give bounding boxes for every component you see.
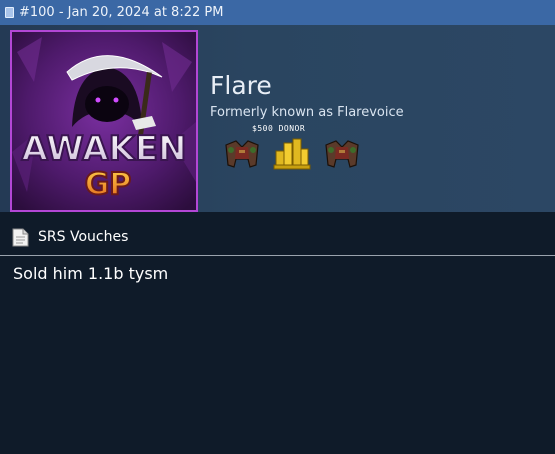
goblin-mail-icon (225, 140, 259, 168)
avatar-logo-subtext: GP (85, 167, 132, 202)
avatar[interactable]: AWAKEN GP (10, 30, 198, 212)
username[interactable]: Flare (210, 71, 272, 100)
section-header: SRS Vouches (12, 226, 555, 248)
user-profile-panel: AWAKEN GP Flare Formerly known as Flarev… (0, 25, 555, 212)
formerly-known-as: Formerly known as Flarevoice (210, 105, 404, 120)
goblin-mail-icon (325, 140, 359, 168)
divider (0, 255, 555, 256)
post-icon (5, 7, 14, 18)
post-header-bar: #100 - Jan 20, 2024 at 8:22 PM (0, 0, 555, 25)
gold-coins-icon (273, 138, 311, 170)
awaken-gp-logo-icon: AWAKEN GP (12, 32, 196, 210)
document-icon (12, 228, 29, 246)
donor-rank-label: $500 DONOR (252, 124, 306, 133)
section-title: SRS Vouches (38, 229, 129, 245)
post-header-text[interactable]: #100 - Jan 20, 2024 at 8:22 PM (19, 5, 223, 20)
message-body: Sold him 1.1b tysm (13, 264, 169, 283)
avatar-logo-text: AWAKEN (21, 129, 186, 169)
